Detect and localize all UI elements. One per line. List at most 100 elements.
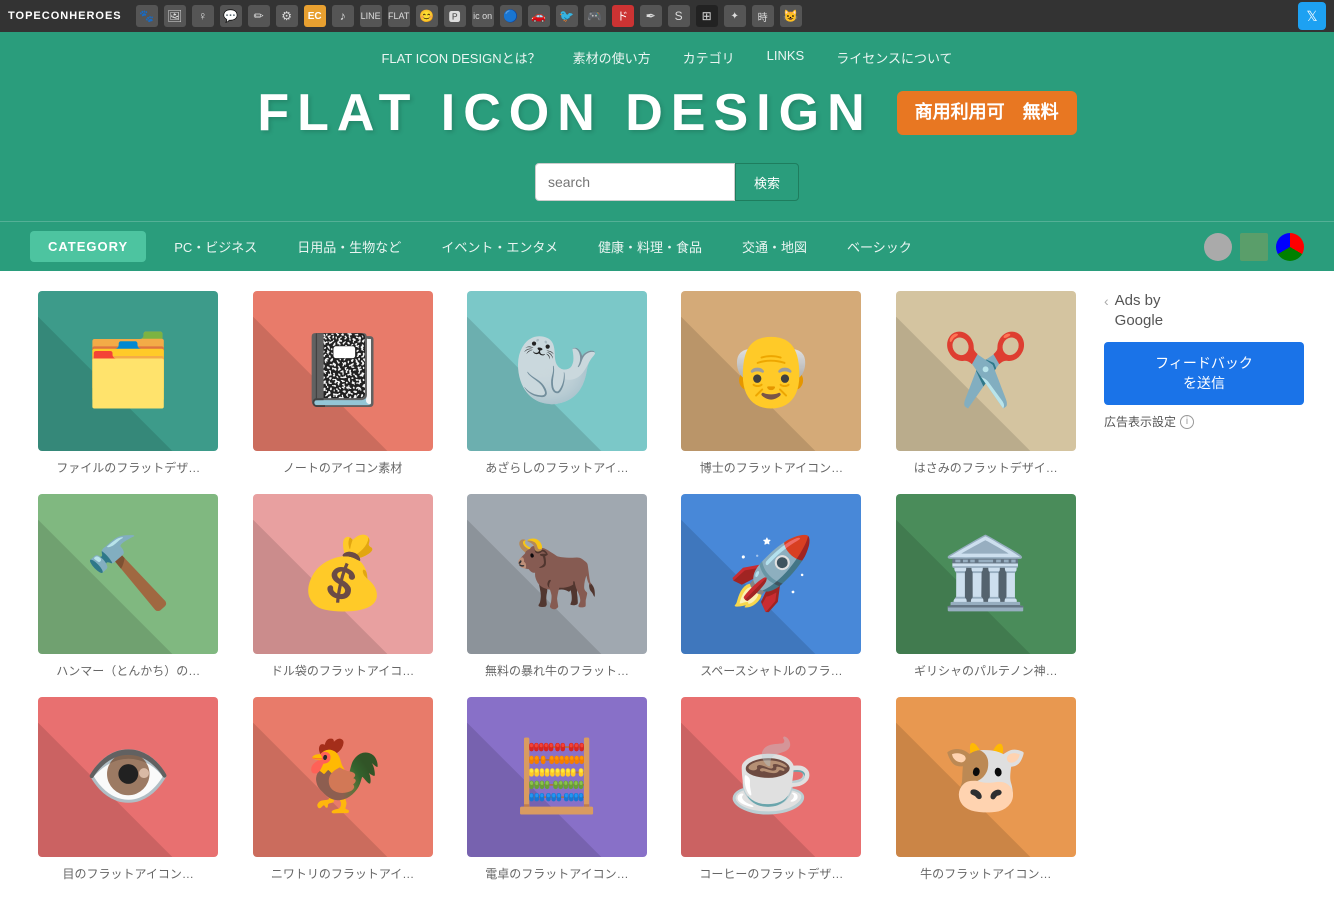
topbar-icon-19[interactable]: ✒ <box>640 5 662 27</box>
topbar-icon-12[interactable]: 🅿 <box>444 5 466 27</box>
cat-item-5[interactable]: ベーシック <box>827 229 932 264</box>
topbar-icon-8[interactable]: ♪ <box>332 5 354 27</box>
cat-item-3[interactable]: 健康・料理・食品 <box>578 229 722 264</box>
icon-thumbnail: 🐂 <box>467 494 647 654</box>
icon-thumbnail: 🧮 <box>467 697 647 857</box>
ads-back-arrow[interactable]: ‹ <box>1104 293 1109 309</box>
topbar-icon-5[interactable]: ✏ <box>248 5 270 27</box>
icon-thumbnail: 👁️ <box>38 697 218 857</box>
site-title: FLAT ICON DESIGN <box>257 83 872 143</box>
topbar-icon-10[interactable]: FLAT <box>388 5 410 27</box>
icon-card[interactable]: 🐮 牛のフラットアイコン… <box>888 697 1084 882</box>
category-nav: CATEGORY PC・ビジネス 日用品・生物など イベント・エンタメ 健康・料… <box>0 221 1334 271</box>
topbar-icon-9[interactable]: LINE <box>360 5 382 27</box>
icon-card[interactable]: 🧮 電卓のフラットアイコン… <box>459 697 655 882</box>
nav-links[interactable]: LINKS <box>767 48 805 67</box>
topbar-icon-7[interactable]: EC <box>304 5 326 27</box>
icon-label: スペースシャトルのフラ… <box>700 662 843 679</box>
icon-card[interactable]: 👴博士のフラットアイコン… <box>673 291 869 476</box>
icon-label: ノートのアイコン素材 <box>283 459 402 476</box>
topbar-icon-23[interactable]: 時 <box>752 5 774 27</box>
nav-license[interactable]: ライセンスについて <box>836 48 952 67</box>
topbar-icon-11[interactable]: 😊 <box>416 5 438 27</box>
topbar-icon-17[interactable]: 🎮 <box>584 5 606 27</box>
topbar-icon-15[interactable]: 🚗 <box>528 5 550 27</box>
free-badge: 商用利用可 無料 <box>897 91 1077 134</box>
icon-label: 目のフラットアイコン… <box>62 865 193 882</box>
icon-card[interactable]: 🔨ハンマー（とんかち）の… <box>30 494 226 679</box>
icon-card[interactable]: 🐓 ニワトリのフラットアイ… <box>244 697 440 882</box>
cat-item-4[interactable]: 交通・地図 <box>722 229 827 264</box>
main-content: 🗂️ファイルのフラットデザ…📓 ノートのアイコン素材 🦭 あざらしのフラットアイ… 👴博… <box>0 271 1334 902</box>
icon-label: 電卓のフラットアイコン… <box>485 865 628 882</box>
icon-thumbnail: ✂️ <box>896 291 1076 451</box>
cat-item-1[interactable]: 日用品・生物など <box>277 229 421 264</box>
ads-settings-label: 広告表示設定 <box>1104 413 1176 430</box>
ads-settings[interactable]: 広告表示設定 i <box>1104 413 1304 430</box>
category-active-label[interactable]: CATEGORY <box>30 231 146 262</box>
nav-about[interactable]: FLAT ICON DESIGNとは？ <box>381 48 540 67</box>
topbar-icon-24[interactable]: 😺 <box>780 5 802 27</box>
topbar-icon-6[interactable]: ⚙ <box>276 5 298 27</box>
icon-label: ドル袋のフラットアイコ… <box>271 662 414 679</box>
feedback-button[interactable]: フィードバックを送信 <box>1104 342 1304 405</box>
icon-card[interactable]: 🚀 スペースシャトルのフラ… <box>673 494 869 679</box>
icon-card[interactable]: 📓 ノートのアイコン素材 <box>244 291 440 476</box>
topbar-icon-14[interactable]: 🔵 <box>500 5 522 27</box>
icon-card[interactable]: 👁️ 目のフラットアイコン… <box>30 697 226 882</box>
icon-label: ファイルのフラットデザ… <box>56 459 200 476</box>
topbar-icon-2[interactable]: 🖼 <box>164 5 186 27</box>
topbar-icon-4[interactable]: 💬 <box>220 5 242 27</box>
icon-thumbnail: 🏛️ <box>896 494 1076 654</box>
hero-title-area: FLAT ICON DESIGN 商用利用可 無料 <box>0 83 1334 143</box>
ads-title: Ads byGoogle <box>1115 291 1163 330</box>
badge-line2: 無料 <box>1023 102 1059 122</box>
color-circle-gray[interactable] <box>1204 233 1232 261</box>
icon-card[interactable]: 🏛️ギリシャのパルテノン神… <box>888 494 1084 679</box>
icon-thumbnail: 🐓 <box>253 697 433 857</box>
icon-card[interactable]: 💰ドル袋のフラットアイコ… <box>244 494 440 679</box>
icon-label: ハンマー（とんかち）の… <box>56 662 200 679</box>
topbar-icon-16[interactable]: 🐦 <box>556 5 578 27</box>
topbar-icon-21[interactable]: ⊞ <box>696 5 718 27</box>
hero-section: FLAT ICON DESIGNとは？ 素材の使い方 カテゴリ LINKS ライ… <box>0 32 1334 271</box>
icon-card[interactable]: ✂️ はさみのフラットデザイ… <box>888 291 1084 476</box>
icon-label: コーヒーのフラットデザ… <box>699 865 843 882</box>
icon-label: あざらしのフラットアイ… <box>485 459 628 476</box>
site-logo[interactable]: TOPECONHEROES <box>8 10 122 22</box>
topbar-icon-1[interactable]: 🐾 <box>136 5 158 27</box>
topbar-icon-18[interactable]: ド <box>612 5 634 27</box>
color-circle-multi[interactable] <box>1276 233 1304 261</box>
icon-card[interactable]: 🗂️ファイルのフラットデザ… <box>30 291 226 476</box>
icon-label: ニワトリのフラットアイ… <box>271 865 414 882</box>
icon-thumbnail: 👴 <box>681 291 861 451</box>
icon-thumbnail: 🦭 <box>467 291 647 451</box>
icon-thumbnail: 📓 <box>253 291 433 451</box>
topbar-icon-20[interactable]: S <box>668 5 690 27</box>
icon-thumbnail: ☕ <box>681 697 861 857</box>
icon-label: 牛のフラットアイコン… <box>920 865 1051 882</box>
nav-usage[interactable]: 素材の使い方 <box>573 48 651 67</box>
cat-item-0[interactable]: PC・ビジネス <box>154 229 277 264</box>
icon-label: 無料の暴れ牛のフラット… <box>485 662 629 679</box>
twitter-icon[interactable]: 𝕏 <box>1298 2 1326 30</box>
icon-thumbnail: 🚀 <box>681 494 861 654</box>
search-input[interactable] <box>535 163 735 201</box>
icon-thumbnail: 🐮 <box>896 697 1076 857</box>
info-icon[interactable]: i <box>1180 415 1194 429</box>
search-button[interactable]: 検索 <box>735 163 799 201</box>
nav-category[interactable]: カテゴリ <box>683 48 735 67</box>
search-area: 検索 <box>0 163 1334 201</box>
sidebar: ‹ Ads byGoogle フィードバックを送信 広告表示設定 i <box>1104 291 1304 882</box>
cat-item-2[interactable]: イベント・エンタメ <box>421 229 578 264</box>
badge-line1: 商用利用可 <box>915 102 1005 122</box>
topbar-icon-13[interactable]: ic on <box>472 5 494 27</box>
icon-card[interactable]: 🦭 あざらしのフラットアイ… <box>459 291 655 476</box>
topbar: TOPECONHEROES 🐾 🖼 ♀ 💬 ✏ ⚙ EC ♪ LINE FLAT… <box>0 0 1334 32</box>
icon-card[interactable]: 🐂 無料の暴れ牛のフラット… <box>459 494 655 679</box>
icon-card[interactable]: ☕ コーヒーのフラットデザ… <box>673 697 869 882</box>
topbar-icon-3[interactable]: ♀ <box>192 5 214 27</box>
color-circle-green[interactable] <box>1240 233 1268 261</box>
icon-label: はさみのフラットデザイ… <box>914 459 1058 476</box>
topbar-icon-22[interactable]: ✦ <box>724 5 746 27</box>
